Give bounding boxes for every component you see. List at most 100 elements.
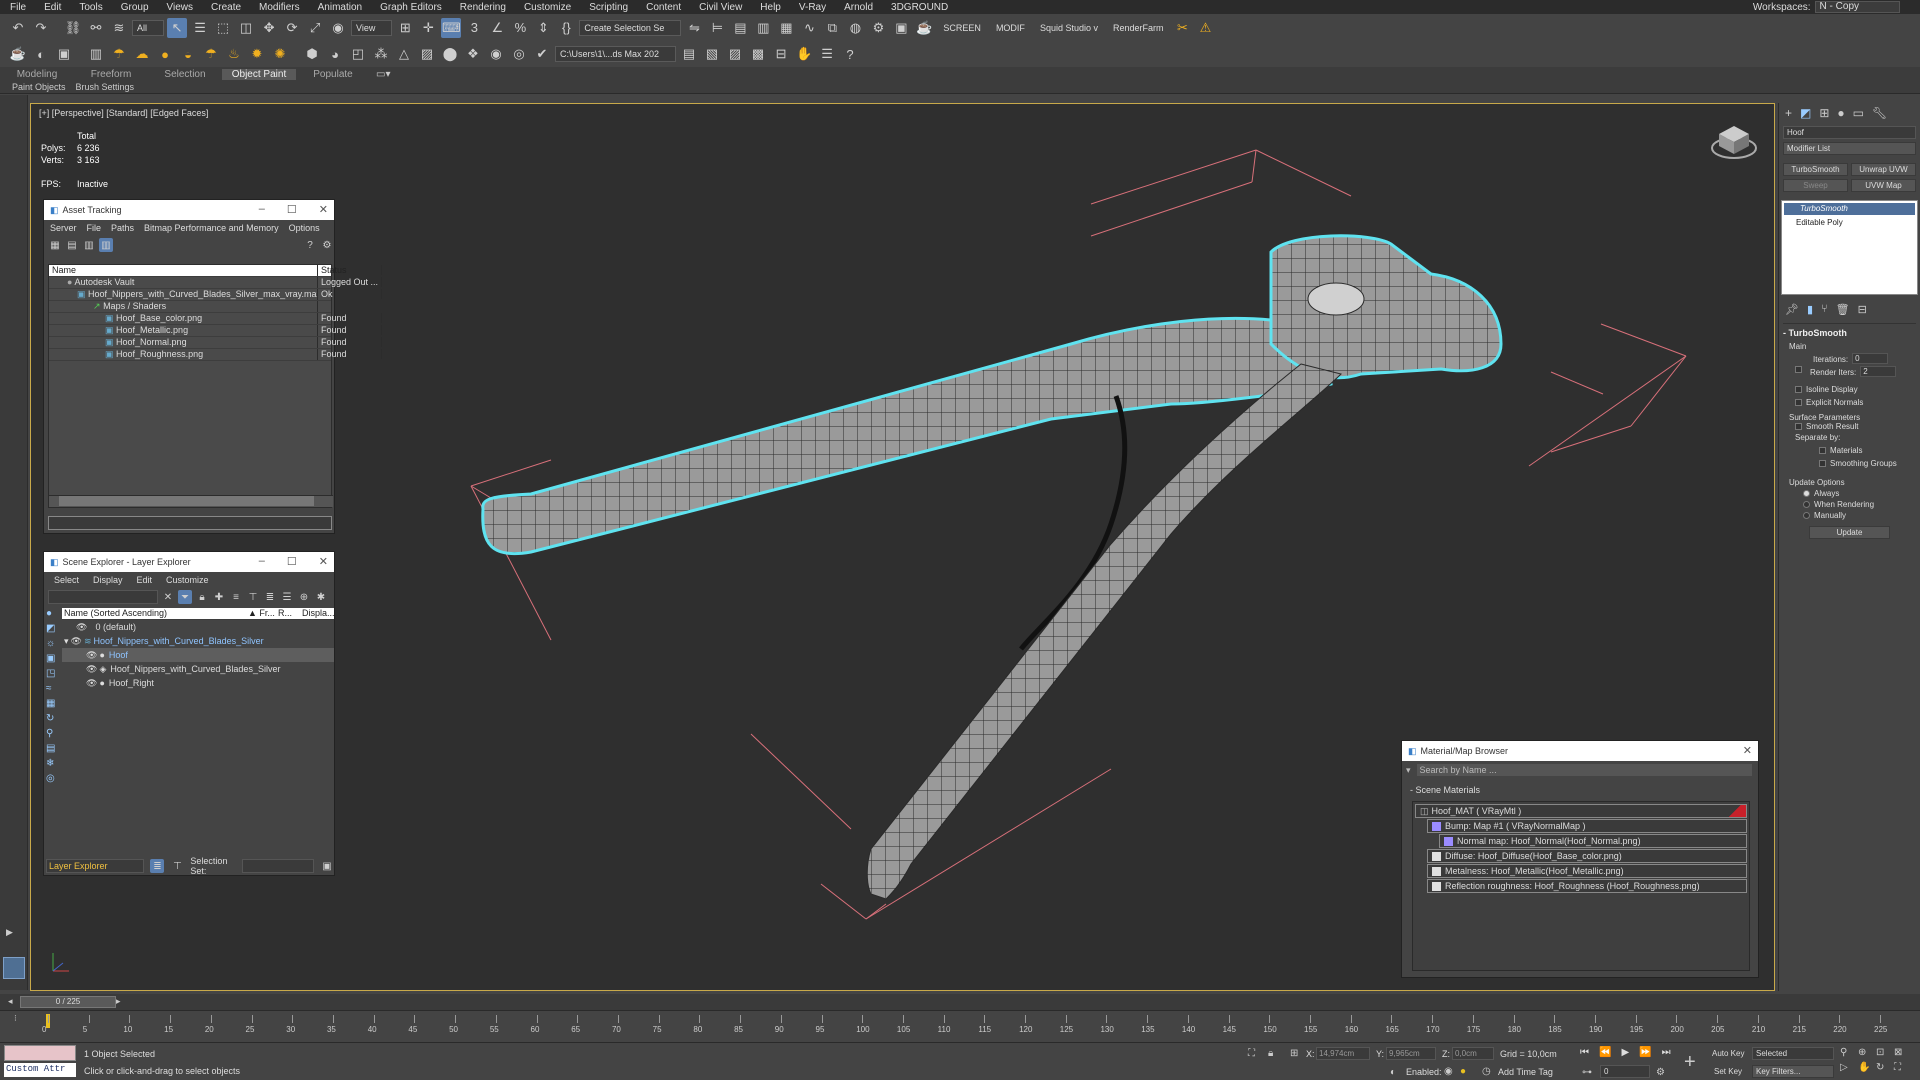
light-dome-icon[interactable]: ◒: [178, 44, 198, 64]
turbosmooth-button[interactable]: TurboSmooth: [1783, 163, 1848, 176]
vray-material-icon[interactable]: ▨: [417, 44, 437, 64]
tab-freeform[interactable]: Freeform: [74, 69, 148, 80]
layer-row-hoof-nippers[interactable]: ▾ 👁︎ ≋ Hoof_Nippers_with_Curved_Blades_Silv…: [62, 634, 334, 648]
menu-item-civil-view[interactable]: Civil View: [699, 2, 742, 13]
brush-settings-label[interactable]: Brush Settings: [76, 82, 135, 92]
filter-shapes-icon[interactable]: ◩: [46, 623, 60, 638]
bind-space-warp-icon[interactable]: ≋: [109, 18, 129, 38]
visibility-eye-icon[interactable]: 👁︎: [71, 636, 82, 647]
teapot-icon[interactable]: ☕: [8, 44, 28, 64]
window-crossing-icon[interactable]: ◫: [236, 18, 256, 38]
undo-icon[interactable]: ↶: [8, 18, 28, 38]
asset-table-hscrollbar[interactable]: [49, 495, 333, 507]
tree-view-icon[interactable]: ▥: [82, 238, 96, 252]
vray-logo-icon[interactable]: ✔: [532, 44, 552, 64]
asset-row-maps[interactable]: ↗ Maps / Shaders: [49, 301, 331, 313]
selection-lock-icon[interactable]: 🔒︎: [1268, 1048, 1273, 1059]
auto-key-button[interactable]: Auto Key: [1712, 1049, 1744, 1058]
stack-icon[interactable]: ≣: [263, 590, 277, 604]
lock-icon[interactable]: 🔒︎: [195, 590, 209, 604]
menu-item-edit[interactable]: Edit: [44, 2, 61, 13]
scene-explorer-icon[interactable]: ▤: [730, 18, 750, 38]
select-manipulate-icon[interactable]: ✛: [418, 18, 438, 38]
col-name-header[interactable]: Name: [49, 265, 318, 276]
link-icon[interactable]: ⛓: [63, 18, 83, 38]
asset-row-base-color[interactable]: ▣ Hoof_Base_color.png Found: [49, 313, 382, 325]
mirror-icon[interactable]: ⇋: [684, 18, 704, 38]
filter-bones-icon[interactable]: ⚲: [46, 728, 60, 743]
schematic-view-icon[interactable]: ⧉: [822, 18, 842, 38]
asset-row-max-file[interactable]: ▣ Hoof_Nippers_with_Curved_Blades_Silver…: [49, 289, 382, 301]
material-roughness-map[interactable]: Reflection roughness: Hoof_Roughness (Ho…: [1427, 879, 1747, 893]
rect-selection-icon[interactable]: ⬚: [213, 18, 233, 38]
configure-sets-icon[interactable]: ⊟: [1858, 303, 1867, 316]
menu-item-graph-editors[interactable]: Graph Editors: [380, 2, 442, 13]
angle-snap-icon[interactable]: ∠: [487, 18, 507, 38]
col-status-header[interactable]: Status: [318, 265, 382, 275]
scissors-icon[interactable]: ✂: [1173, 18, 1193, 38]
studio-label[interactable]: Squid Studio v: [1040, 23, 1098, 33]
clear-search-icon[interactable]: ✕: [161, 590, 175, 604]
filter-lights-icon[interactable]: ☼: [46, 638, 60, 653]
light-ies-icon[interactable]: ☂: [201, 44, 221, 64]
light-sphere-icon[interactable]: ●: [155, 44, 175, 64]
settings-icon[interactable]: ⚙: [320, 238, 334, 252]
pin-stack-icon[interactable]: 📌︎: [1785, 303, 1799, 316]
when-rendering-radio[interactable]: [1803, 501, 1810, 509]
renderfarm-label[interactable]: RenderFarm: [1113, 23, 1164, 33]
material-search-input[interactable]: Search by Name ...: [1416, 764, 1752, 776]
menu-item-arnold[interactable]: Arnold: [844, 2, 873, 13]
select-object-icon[interactable]: ↖: [167, 17, 188, 38]
key-selection-dropdown[interactable]: Selected: [1752, 1047, 1834, 1060]
snap-toggle-icon[interactable]: 3: [464, 18, 484, 38]
close-icon[interactable]: ✕: [319, 203, 328, 216]
hierarchy-tab-icon[interactable]: ⊞: [1819, 106, 1829, 120]
asset-row-normal[interactable]: ▣ Hoof_Normal.png Found: [49, 337, 382, 349]
motion-tab-icon[interactable]: ●: [1837, 106, 1844, 120]
viewcube-icon[interactable]: [1711, 122, 1757, 162]
menu-select[interactable]: Select: [54, 575, 79, 585]
upper-handle-mesh[interactable]: [481, 316, 1333, 556]
warning-icon[interactable]: ⚠: [1196, 18, 1216, 38]
rollout-title[interactable]: - TurboSmooth: [1783, 328, 1916, 340]
menu-item-rendering[interactable]: Rendering: [460, 2, 506, 13]
col-display[interactable]: Displa...: [302, 608, 334, 619]
object-row-hoof-nippers[interactable]: 👁︎ ◈ Hoof_Nippers_with_Curved_Blades_Silve…: [62, 662, 334, 676]
menu-item-tools[interactable]: Tools: [79, 2, 102, 13]
menu-item-create[interactable]: Create: [211, 2, 241, 13]
remove-modifier-icon[interactable]: 🗑︎: [1836, 303, 1850, 316]
visibility-eye-icon[interactable]: 👁︎: [86, 664, 97, 675]
add-to-layer-icon[interactable]: ⊕: [297, 590, 311, 604]
filter-containers-icon[interactable]: ▤: [46, 743, 60, 758]
slider-next-icon[interactable]: ▸: [116, 996, 121, 1007]
col-name-sorted[interactable]: Name (Sorted Ascending): [62, 608, 248, 619]
vray-ipr-icon[interactable]: ◎: [509, 44, 529, 64]
stack-item-turbosmooth[interactable]: TurboSmooth: [1784, 203, 1915, 215]
export-icon[interactable]: ▨: [725, 44, 745, 64]
object-name-field[interactable]: Hoof: [1783, 126, 1916, 139]
key-filters-button[interactable]: Key Filters...: [1752, 1065, 1834, 1078]
percent-snap-icon[interactable]: %: [510, 18, 530, 38]
visibility-eye-icon[interactable]: 👁︎: [76, 622, 87, 633]
tab-object-paint[interactable]: Object Paint: [222, 68, 296, 80]
tab-selection[interactable]: Selection: [148, 69, 222, 80]
menu-options[interactable]: Options: [289, 223, 320, 233]
screen-label[interactable]: SCREEN: [943, 23, 981, 33]
hierarchy-mode-icon[interactable]: ⊤: [170, 859, 184, 873]
material-bump-map[interactable]: Bump: Map #1 ( VRayNormalMap ): [1427, 819, 1747, 833]
maxscript-mini-listener[interactable]: Custom Attr: [4, 1063, 76, 1077]
render-iters-checkbox[interactable]: [1795, 366, 1802, 373]
project-path-dropdown[interactable]: C:\Users\1\...ds Max 202: [555, 46, 677, 62]
menu-item-animation[interactable]: Animation: [318, 2, 362, 13]
minimize-icon[interactable]: –: [259, 203, 265, 216]
col-frozen[interactable]: ▲ Fr...: [248, 608, 278, 619]
asset-row-vault[interactable]: ● Autodesk Vault Logged Out ...: [49, 277, 382, 289]
utilities-tab-icon[interactable]: 🔧︎: [1872, 106, 1887, 120]
time-config-icon[interactable]: ⚙: [1656, 1067, 1665, 1078]
time-slider-thumb[interactable]: 0 / 225: [20, 996, 116, 1008]
modif-label[interactable]: MODIF: [996, 23, 1025, 33]
play-icon[interactable]: ▶: [1621, 1047, 1629, 1058]
key-mode-icon[interactable]: ⊶: [1582, 1067, 1592, 1078]
move-icon[interactable]: ✥: [259, 18, 279, 38]
viewport-config-icon[interactable]: [3, 957, 25, 979]
